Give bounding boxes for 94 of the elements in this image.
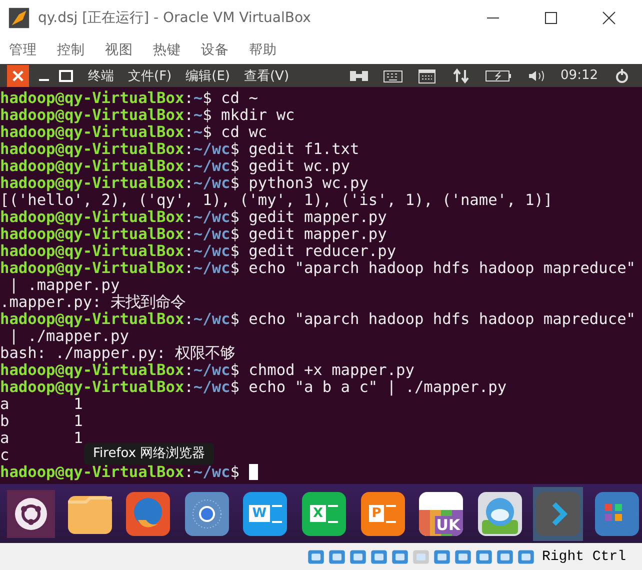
prompt-user: hadoop@qy-VirtualBox [0, 209, 184, 226]
prompt-path: ~ [193, 124, 203, 141]
output-text: b 1 [0, 413, 83, 430]
prompt-user: hadoop@qy-VirtualBox [0, 141, 184, 158]
menu-item[interactable]: 热键 [153, 41, 181, 59]
clock[interactable]: 09:12 [560, 68, 598, 83]
command-text: $ echo "a b a c" | ./mapper.py [230, 379, 507, 396]
office-app-icon[interactable]: W [243, 492, 288, 536]
prompt-path: ~/wc [193, 243, 230, 260]
panel-menu[interactable]: 编辑(E) [186, 66, 230, 84]
prompt-user: hadoop@qy-VirtualBox [0, 226, 184, 243]
prompt-separator: : [184, 209, 194, 226]
menu-item[interactable]: 视图 [105, 41, 133, 59]
prompt-separator: : [184, 90, 194, 107]
output-text: .mapper.py: 未找到命令 [0, 294, 186, 311]
app-logo-icon [8, 7, 30, 29]
command-text: $ gedit mapper.py [230, 209, 387, 226]
output-text: [('hello', 2), ('qy', 1), ('my', 1), ('is', 1), ('name', 1)] [0, 192, 553, 209]
prompt-user: hadoop@qy-VirtualBox [0, 379, 184, 396]
window-title: qy.dsj [正在运行] - Oracle VM VirtualBox [38, 9, 311, 27]
command-text: $ gedit f1.txt [230, 141, 360, 158]
prompt-separator: : [184, 158, 194, 175]
prompt-separator: : [184, 124, 194, 141]
command-text: $ echo "aparch hadoop hdfs hadoop mapreduce" [230, 260, 636, 277]
prompt-separator: : [184, 226, 194, 243]
prompt-user: hadoop@qy-VirtualBox [0, 362, 184, 379]
prompt-path: ~/wc [193, 260, 230, 277]
prompt-path: ~ [193, 107, 203, 124]
maximize-icon[interactable] [544, 11, 558, 25]
command-text: $ mkdir wc [202, 107, 295, 124]
prompt-user: hadoop@qy-VirtualBox [0, 124, 184, 141]
prompt-user: hadoop@qy-VirtualBox [0, 260, 184, 277]
tooltip: Firefox 网络浏览器 [84, 443, 214, 465]
keyboard-icon[interactable] [382, 68, 403, 84]
output-text: bash: ./mapper.py: 权限不够 [0, 345, 235, 362]
prompt-path: ~/wc [193, 362, 230, 379]
menu-item[interactable]: 设备 [201, 41, 229, 59]
prompt-separator: : [184, 362, 194, 379]
prompt-path: ~/wc [193, 226, 230, 243]
command-text: $ echo "aparch hadoop hdfs hadoop mapreduce" [230, 311, 636, 328]
robot-icon[interactable] [476, 490, 524, 538]
battery-icon[interactable] [484, 68, 513, 84]
menu-item[interactable]: 帮助 [249, 41, 277, 59]
prompt-separator: : [184, 107, 194, 124]
prompt-path: ~/wc [193, 311, 230, 328]
prompt-user: hadoop@qy-VirtualBox [0, 158, 184, 175]
command-text: $ cd wc [202, 124, 268, 141]
prompt-separator: : [184, 243, 194, 260]
prompt-path: ~/wc [193, 158, 230, 175]
browser-icon[interactable] [182, 490, 231, 538]
host-key-label: Right Ctrl [542, 548, 626, 564]
output-text: c [0, 447, 10, 464]
prompt-user: hadoop@qy-VirtualBox [0, 311, 184, 328]
command-text: $ cd ~ [202, 90, 258, 107]
prompt-path: ~/wc [193, 141, 230, 158]
prompt-separator: : [184, 379, 194, 396]
browser-icon[interactable] [124, 490, 172, 538]
ubuntu-logo-icon[interactable] [7, 490, 56, 538]
prompt-user: hadoop@qy-VirtualBox [0, 243, 184, 260]
prompt-user: hadoop@qy-VirtualBox [0, 464, 184, 481]
output-text: | ./mapper.py [9, 328, 129, 345]
panel-menu[interactable]: 终端 [88, 66, 114, 84]
prompt-separator: : [184, 311, 194, 328]
command-text: $ gedit wc.py [230, 158, 350, 175]
maximize-icon[interactable] [58, 68, 74, 84]
command-text: $ gedit mapper.py [230, 226, 387, 243]
command-text: $ python3 wc.py [230, 175, 368, 192]
prompt-separator: : [184, 175, 194, 192]
prompt-path: ~/wc [193, 209, 230, 226]
prompt-path: ~ [193, 90, 203, 107]
output-text: a 1 [0, 396, 83, 413]
close-icon[interactable] [602, 11, 616, 25]
output-text: a 1 [0, 430, 83, 447]
prompt-path: ~/wc [193, 175, 230, 192]
workspace-switcher-icon[interactable] [592, 490, 641, 538]
prompt-user: hadoop@qy-VirtualBox [0, 107, 184, 124]
output-text: | .mapper.py [9, 277, 120, 294]
menu-item[interactable]: 控制 [57, 41, 85, 59]
command-text: $ chmod +x mapper.py [230, 362, 414, 379]
prompt-path: ~/wc [193, 379, 230, 396]
prompt-user: hadoop@qy-VirtualBox [0, 175, 184, 192]
store-icon[interactable]: UK [419, 492, 464, 536]
calendar-icon[interactable] [416, 68, 437, 84]
menu-item[interactable]: 管理 [9, 41, 37, 59]
prompt-separator: : [184, 141, 194, 158]
command-text: $ [230, 464, 240, 481]
prompt-separator: : [184, 464, 194, 481]
close-icon[interactable] [6, 64, 30, 86]
prompt-user: hadoop@qy-VirtualBox [0, 90, 184, 107]
panel-menu[interactable]: 查看(V) [244, 66, 290, 84]
prompt-path: ~/wc [193, 464, 230, 481]
prompt-separator: : [184, 260, 194, 277]
command-text: $ gedit reducer.py [230, 243, 396, 260]
panel-menu[interactable]: 文件(F) [128, 66, 172, 84]
